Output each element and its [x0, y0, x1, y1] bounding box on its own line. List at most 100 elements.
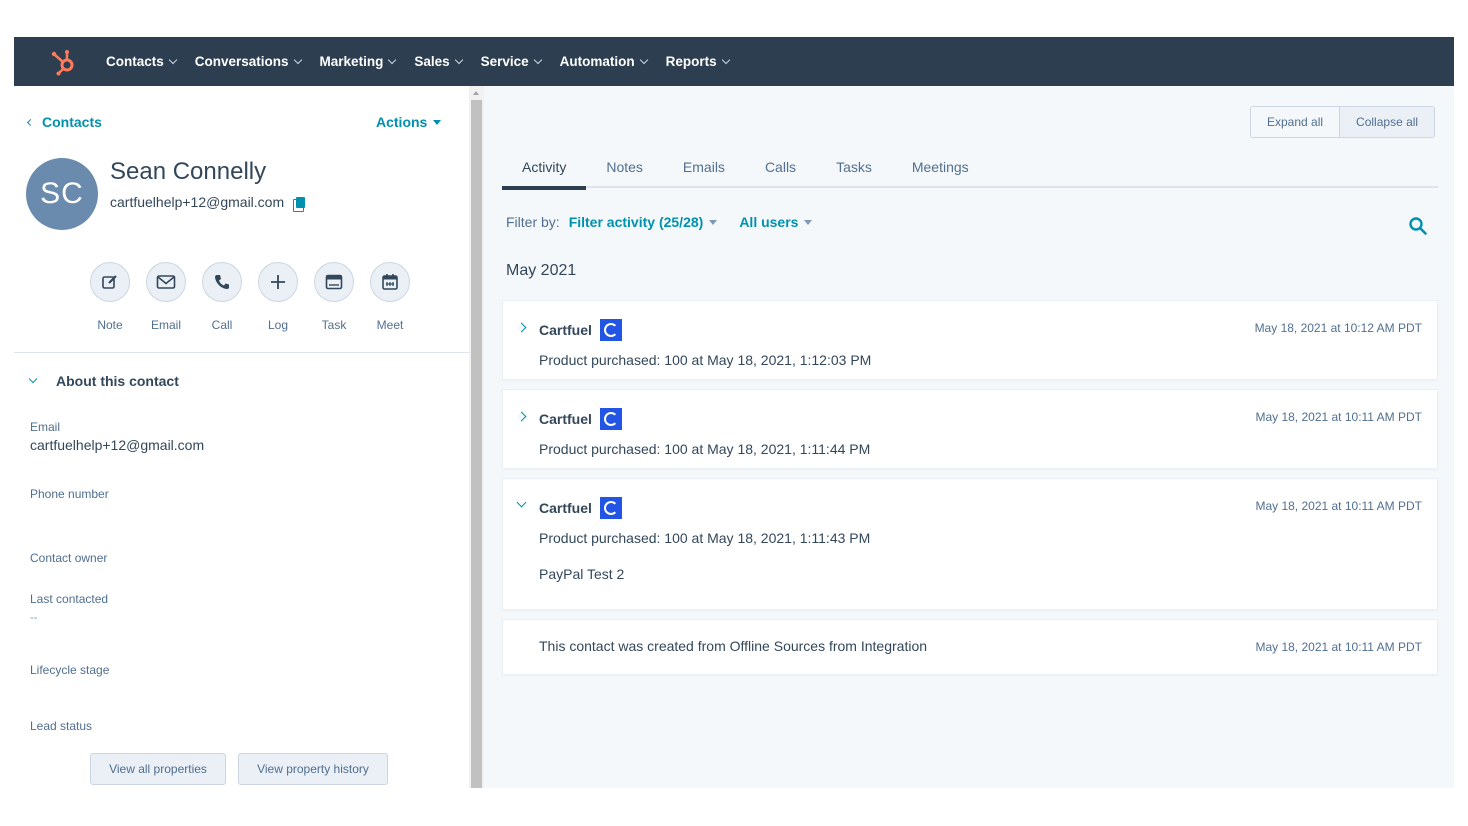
- nav-menu: Contacts Conversations Marketing Sales S…: [106, 37, 748, 86]
- note-action-button[interactable]: Note: [82, 262, 138, 332]
- filter-activity-dropdown[interactable]: Filter activity (25/28): [569, 214, 718, 230]
- call-action-button[interactable]: Call: [194, 262, 250, 332]
- avatar: SC: [26, 158, 98, 230]
- lifecycle-stage-value[interactable]: [30, 680, 330, 698]
- activity-title: Cartfuel: [539, 497, 622, 519]
- nav-item-marketing[interactable]: Marketing: [320, 54, 397, 69]
- chevron-down-icon: [533, 55, 542, 65]
- all-users-dropdown[interactable]: All users: [739, 214, 813, 230]
- email-action-button[interactable]: Email: [138, 262, 194, 332]
- view-all-properties-button[interactable]: View all properties: [90, 753, 226, 785]
- chevron-down-icon: [28, 374, 38, 384]
- last-contacted-value: --: [30, 612, 38, 624]
- nav-item-service[interactable]: Service: [481, 54, 542, 69]
- activity-title: Cartfuel: [539, 408, 622, 430]
- activity-card[interactable]: Cartfuel May 18, 2021 at 10:11 AM PDT Pr…: [502, 389, 1438, 469]
- task-action-button[interactable]: Task: [306, 262, 362, 332]
- activity-card[interactable]: Cartfuel May 18, 2021 at 10:11 AM PDT Pr…: [502, 478, 1438, 610]
- calendar-icon: [370, 262, 410, 302]
- about-this-contact-toggle[interactable]: About this contact: [28, 373, 179, 389]
- section-divider: [14, 352, 469, 353]
- collapse-all-button[interactable]: Collapse all: [1340, 107, 1435, 137]
- nav-item-sales[interactable]: Sales: [414, 54, 463, 69]
- chevron-down-icon: [388, 55, 397, 65]
- contact-created-card: This contact was created from Offline So…: [502, 619, 1438, 675]
- chevron-right-icon[interactable]: [516, 322, 527, 333]
- activity-panel: Expand all Collapse all Activity Notes E…: [484, 86, 1454, 788]
- activity-description: Product purchased: 100 at May 18, 2021, …: [539, 441, 871, 457]
- top-navigation: Contacts Conversations Marketing Sales S…: [14, 37, 1454, 86]
- quick-actions: Note Email Call Log Task Meet: [82, 262, 418, 332]
- caret-down-icon: [709, 219, 718, 225]
- hubspot-logo-icon[interactable]: [48, 47, 78, 77]
- nav-item-automation[interactable]: Automation: [560, 54, 648, 69]
- email-icon: [146, 262, 186, 302]
- chevron-left-icon: [26, 118, 35, 126]
- copy-icon[interactable]: [293, 196, 306, 212]
- phone-property-value[interactable]: [30, 504, 330, 522]
- email-property-value[interactable]: cartfuelhelp+12@gmail.com: [30, 437, 204, 453]
- created-timestamp: May 18, 2021 at 10:11 AM PDT: [1255, 640, 1422, 654]
- tab-notes[interactable]: Notes: [586, 146, 663, 188]
- nav-item-reports[interactable]: Reports: [666, 54, 730, 69]
- meet-action-button[interactable]: Meet: [362, 262, 418, 332]
- contact-email: cartfuelhelp+12@gmail.com: [110, 194, 306, 212]
- last-contacted-label: Last contacted: [30, 592, 109, 606]
- edit-icon: [90, 262, 130, 302]
- chevron-down-icon: [293, 55, 302, 65]
- activity-description: Product purchased: 100 at May 18, 2021, …: [539, 530, 871, 546]
- search-icon[interactable]: [1408, 216, 1428, 236]
- chevron-down-icon: [454, 55, 463, 65]
- activity-title: Cartfuel: [539, 319, 622, 341]
- caret-down-icon: [804, 219, 813, 225]
- created-note: This contact was created from Offline So…: [539, 638, 928, 654]
- owner-property-value[interactable]: [30, 568, 330, 586]
- activity-extra-note: PayPal Test 2: [539, 566, 625, 582]
- email-property-label: Email: [30, 420, 61, 434]
- plus-icon: [258, 262, 298, 302]
- activity-card[interactable]: Cartfuel May 18, 2021 at 10:12 AM PDT Pr…: [502, 300, 1438, 380]
- tab-activity[interactable]: Activity: [502, 146, 587, 190]
- scroll-up-arrow-icon[interactable]: [473, 91, 479, 95]
- phone-property-label: Phone number: [30, 487, 109, 501]
- tab-calls[interactable]: Calls: [745, 146, 816, 188]
- cartfuel-logo-icon: [599, 497, 622, 519]
- sidebar-scrollbar[interactable]: [469, 86, 484, 788]
- nav-item-contacts[interactable]: Contacts: [106, 54, 178, 69]
- filter-by-label: Filter by:: [506, 214, 560, 230]
- tab-emails[interactable]: Emails: [663, 146, 745, 188]
- tab-meetings[interactable]: Meetings: [892, 146, 989, 188]
- task-icon: [314, 262, 354, 302]
- chevron-down-icon: [168, 55, 178, 65]
- activity-tabs: Activity Notes Emails Calls Tasks Meetin…: [502, 146, 1438, 190]
- activity-timestamp: May 18, 2021 at 10:11 AM PDT: [1255, 499, 1422, 513]
- lead-status-label: Lead status: [30, 719, 93, 733]
- app-window: Contacts Conversations Marketing Sales S…: [14, 37, 1454, 788]
- contact-sidebar: Contacts Actions SC Sean Connelly cartfu…: [14, 86, 469, 788]
- caret-down-icon: [433, 119, 442, 125]
- month-heading: May 2021: [506, 262, 577, 279]
- back-to-contacts-link[interactable]: Contacts: [26, 114, 102, 130]
- expand-collapse-group: Expand all Collapse all: [1250, 106, 1436, 138]
- nav-item-conversations[interactable]: Conversations: [195, 54, 302, 69]
- expand-all-button[interactable]: Expand all: [1251, 107, 1341, 137]
- cartfuel-logo-icon: [599, 319, 622, 341]
- scroll-thumb[interactable]: [471, 100, 482, 788]
- chevron-down-icon[interactable]: [516, 497, 527, 508]
- cartfuel-logo-icon: [599, 408, 622, 430]
- owner-property-label: Contact owner: [30, 551, 108, 565]
- chevron-down-icon: [639, 55, 648, 65]
- contact-name: Sean Connelly: [110, 158, 267, 185]
- chevron-right-icon[interactable]: [516, 411, 527, 422]
- activity-timestamp: May 18, 2021 at 10:12 AM PDT: [1254, 321, 1422, 335]
- log-action-button[interactable]: Log: [250, 262, 306, 332]
- actions-dropdown[interactable]: Actions: [376, 114, 442, 130]
- view-property-history-button[interactable]: View property history: [238, 753, 388, 785]
- lifecycle-stage-label: Lifecycle stage: [30, 663, 110, 677]
- chevron-down-icon: [721, 55, 730, 65]
- tab-tasks[interactable]: Tasks: [816, 146, 892, 188]
- activity-timestamp: May 18, 2021 at 10:11 AM PDT: [1255, 410, 1422, 424]
- phone-icon: [202, 262, 242, 302]
- activity-description: Product purchased: 100 at May 18, 2021, …: [539, 352, 872, 368]
- filter-bar: Filter by: Filter activity (25/28) All u…: [506, 214, 813, 230]
